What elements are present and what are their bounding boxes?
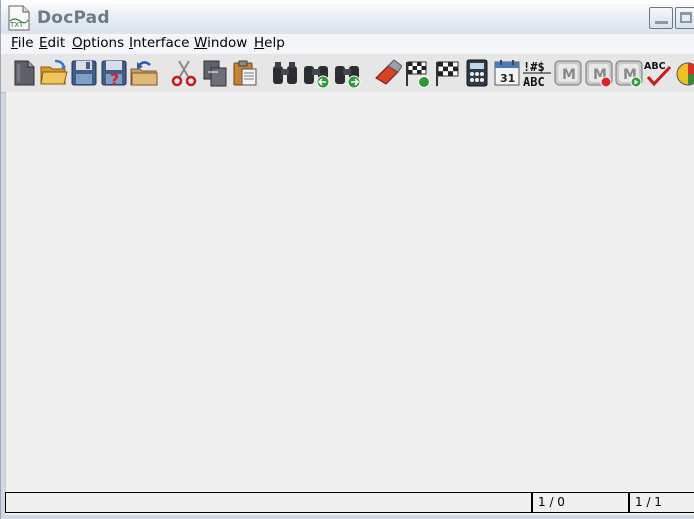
paste-button[interactable] — [230, 58, 260, 88]
maximize-button[interactable] — [675, 7, 694, 29]
find-previous-icon — [304, 66, 330, 88]
eraser-icon — [375, 59, 402, 85]
open-folder-icon — [40, 59, 68, 85]
app-icon[interactable]: TXT — [7, 5, 31, 31]
goto-flag-icon — [406, 61, 430, 88]
find-next-button[interactable] — [332, 58, 362, 88]
find-next-icon — [335, 66, 361, 88]
minimize-icon — [655, 21, 668, 24]
find-previous-button[interactable] — [301, 58, 331, 88]
status-message — [5, 492, 532, 513]
menu-file[interactable]: File — [11, 35, 34, 51]
toolbar: ? 31 !#$ ABC M M M ABC — [1, 54, 694, 93]
menu-bar: File Edit Options Interface Window Help — [1, 34, 694, 54]
macro-record-button[interactable]: M — [584, 58, 614, 88]
spellcheck-button[interactable]: ABC — [643, 58, 673, 88]
goto-button[interactable] — [402, 58, 432, 88]
save-as-icon: ? — [101, 60, 127, 88]
macro-icon: M — [554, 60, 582, 86]
minimize-button[interactable] — [649, 7, 673, 29]
title-bar[interactable]: TXT DocPad — [1, 0, 694, 35]
menu-interface[interactable]: Interface — [129, 35, 189, 51]
chart-button[interactable] — [673, 58, 694, 88]
window-title: DocPad — [37, 8, 110, 28]
app-window: TXT DocPad File Edit Options Interface W… — [0, 0, 694, 519]
find-button[interactable] — [270, 58, 300, 88]
open-button[interactable] — [39, 58, 69, 88]
svg-text:!#$: !#$ — [523, 60, 545, 74]
save-button[interactable] — [69, 58, 99, 88]
spellcheck-icon: ABC — [644, 61, 672, 87]
editor-area[interactable] — [5, 92, 694, 491]
menu-edit[interactable]: Edit — [39, 35, 65, 51]
menu-help[interactable]: Help — [254, 35, 285, 51]
menu-window[interactable]: Window — [194, 35, 247, 51]
macro-button[interactable]: M — [553, 58, 583, 88]
macro-play-button[interactable]: M — [614, 58, 644, 88]
reload-icon — [130, 61, 158, 86]
maximize-icon — [680, 12, 692, 23]
calculator-button[interactable] — [462, 58, 492, 88]
svg-text:ABC: ABC — [644, 61, 666, 72]
svg-text:31: 31 — [500, 72, 515, 85]
calendar-button[interactable]: 31 — [492, 58, 522, 88]
macro-record-icon: M — [585, 60, 613, 88]
calculator-icon — [466, 59, 488, 87]
character-map-icon: !#$ ABC — [523, 60, 551, 88]
find-icon — [273, 62, 297, 84]
save-icon — [71, 60, 97, 86]
window-bottom-edge — [1, 515, 694, 519]
status-position: 1 / 0 — [532, 492, 629, 513]
finish-button[interactable] — [432, 58, 462, 88]
copy-button[interactable] — [200, 58, 230, 88]
calendar-icon: 31 — [494, 60, 520, 86]
copy-icon — [203, 60, 227, 87]
svg-text:ABC: ABC — [523, 75, 545, 88]
new-document-button[interactable] — [9, 58, 39, 88]
svg-text:?: ? — [110, 70, 119, 88]
menu-options[interactable]: Options — [72, 35, 124, 51]
save-as-button[interactable]: ? — [99, 58, 129, 88]
reload-button[interactable] — [129, 58, 159, 88]
status-pages: 1 / 1 — [629, 492, 694, 513]
new-document-icon — [14, 60, 35, 86]
status-bar: 1 / 0 1 / 1 — [5, 491, 694, 515]
macro-play-icon: M — [615, 60, 643, 88]
character-map-button[interactable]: !#$ ABC — [522, 58, 552, 88]
eraser-button[interactable] — [372, 58, 402, 88]
cut-icon — [171, 60, 197, 87]
svg-text:M: M — [562, 67, 576, 83]
paste-icon — [233, 60, 257, 86]
chart-icon — [676, 62, 694, 86]
cut-button[interactable] — [169, 58, 199, 88]
finish-flag-icon — [436, 61, 459, 86]
